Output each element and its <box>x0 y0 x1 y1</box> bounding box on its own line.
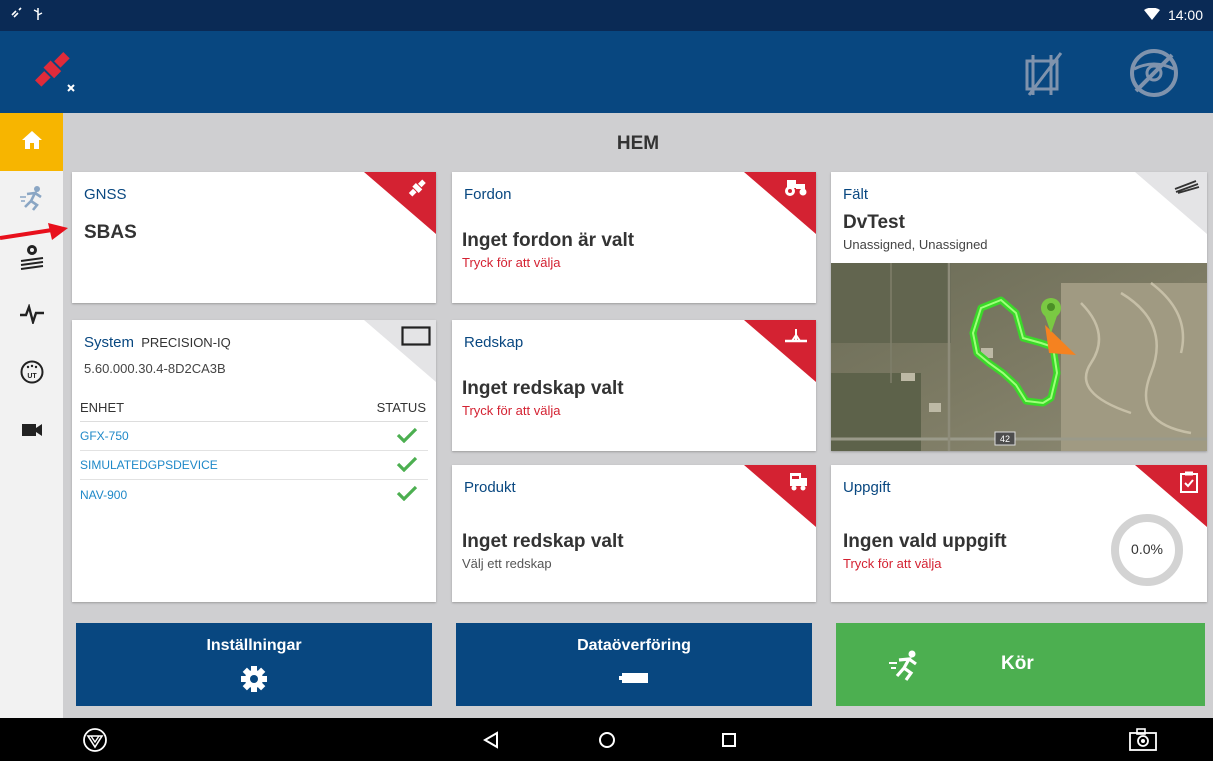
field-card[interactable]: Fält DvTest Unassigned, Unassigned 42 <box>831 172 1207 451</box>
gnss-title: GNSS <box>84 186 127 203</box>
wifi-icon <box>1143 7 1160 23</box>
product-card[interactable]: Produkt Inget redskap valt Välj ett reds… <box>452 465 816 602</box>
data-transfer-label: Dataöverföring <box>577 637 691 654</box>
gnss-card[interactable]: GNSS SBAS <box>72 172 436 303</box>
back-icon[interactable] <box>478 727 504 753</box>
vehicle-hint: Tryck för att välja <box>462 255 561 270</box>
android-navigation-bar <box>0 718 1213 761</box>
implement-status: Inget redskap valt <box>462 378 624 399</box>
runner-icon <box>19 185 45 216</box>
checkmark-icon <box>396 456 418 475</box>
run-label: Kör <box>1001 653 1034 674</box>
road-label: 42 <box>1000 434 1010 444</box>
implement-title: Redskap <box>464 334 524 351</box>
nav-diagnostics[interactable] <box>0 287 63 345</box>
system-title: System <box>84 334 135 351</box>
field-client-farm: Unassigned, Unassigned <box>843 237 988 252</box>
side-navigation: UT <box>0 113 63 718</box>
annotation-arrow <box>0 222 70 244</box>
display-icon <box>401 326 431 348</box>
trimble-logo-icon[interactable] <box>82 727 108 753</box>
home-icon <box>21 130 43 155</box>
device-name: SIMULATEDGPSDEVICE <box>80 458 218 472</box>
nav-run[interactable] <box>0 171 63 229</box>
gear-field-icon <box>19 242 45 275</box>
implement-card[interactable]: Redskap Inget redskap valt Tryck för att… <box>452 320 816 451</box>
field-name: DvTest <box>843 212 905 233</box>
task-progress-ring: 0.0% <box>1110 513 1184 587</box>
home-circle-icon[interactable] <box>594 727 620 753</box>
gnss-no-fix-icon[interactable] <box>28 47 80 93</box>
field-map[interactable]: 42 <box>831 263 1207 451</box>
run-button[interactable]: Kör <box>836 623 1205 706</box>
product-hint: Välj ett redskap <box>462 556 552 571</box>
gps-notification-icon <box>10 7 24 24</box>
pulse-icon <box>19 302 45 329</box>
col-device: ENHET <box>80 400 125 415</box>
task-clipboard-icon <box>1178 470 1200 493</box>
task-title: Uppgift <box>843 479 891 496</box>
nav-ut[interactable]: UT <box>0 345 63 403</box>
task-status: Ingen vald uppgift <box>843 531 1007 552</box>
system-product: PRECISION-IQ <box>141 335 231 350</box>
nav-home[interactable] <box>0 113 63 171</box>
data-transfer-button[interactable]: Dataöverföring <box>456 623 812 706</box>
table-row[interactable]: GFX-750 <box>80 422 428 451</box>
col-status: STATUS <box>376 400 426 415</box>
settings-button[interactable]: Inställningar <box>76 623 432 706</box>
status-time: 14:00 <box>1167 7 1203 23</box>
svg-text:UT: UT <box>27 373 37 380</box>
implement-icon <box>783 325 809 347</box>
device-table-header: ENHET STATUS <box>80 400 428 422</box>
implement-lift-disabled-icon[interactable] <box>1015 45 1071 101</box>
system-card[interactable]: System PRECISION-IQ 5.60.000.30.4-8D2CA3… <box>72 320 436 602</box>
gnss-correction-value: SBAS <box>84 222 137 243</box>
app-bar <box>0 31 1213 113</box>
screenshot-camera-icon[interactable] <box>1128 727 1158 753</box>
tractor-icon <box>783 177 809 199</box>
checkmark-icon <box>396 485 418 504</box>
task-hint: Tryck för att välja <box>843 556 942 571</box>
checkmark-icon <box>396 427 418 446</box>
field-title: Fält <box>843 186 869 203</box>
runner-icon <box>888 649 922 686</box>
table-row[interactable]: SIMULATEDGPSDEVICE <box>80 451 428 480</box>
page-title: HEM <box>616 133 660 154</box>
usb-drive-icon <box>456 671 812 690</box>
usb-notification-icon <box>32 7 44 24</box>
vehicle-status: Inget fordon är valt <box>462 230 635 251</box>
device-table: ENHET STATUS GFX-750 SIMULATEDGPSDEVICE … <box>80 400 428 509</box>
settings-label: Inställningar <box>206 637 302 654</box>
product-title: Produkt <box>464 479 516 496</box>
field-icon <box>1174 180 1200 202</box>
gear-icon <box>76 665 432 698</box>
vehicle-card[interactable]: Fordon Inget fordon är valt Tryck för at… <box>452 172 816 303</box>
device-name: GFX-750 <box>80 429 129 443</box>
recents-icon[interactable] <box>716 727 742 753</box>
product-status: Inget redskap valt <box>462 531 624 552</box>
system-status-bar: 14:00 <box>0 0 1213 31</box>
universal-terminal-icon: UT <box>20 360 44 389</box>
autosteer-disabled-icon[interactable] <box>1126 45 1182 101</box>
vehicle-title: Fordon <box>464 186 512 203</box>
task-progress-value: 0.0% <box>1131 541 1163 557</box>
nav-camera[interactable] <box>0 403 63 461</box>
video-camera-icon <box>21 422 43 443</box>
task-card[interactable]: Uppgift Ingen vald uppgift Tryck för att… <box>831 465 1207 602</box>
implement-hint: Tryck för att välja <box>462 403 561 418</box>
satellite-icon <box>407 177 429 199</box>
system-version: 5.60.000.30.4-8D2CA3B <box>84 361 226 376</box>
product-tank-icon <box>787 470 809 492</box>
device-name: NAV-900 <box>80 487 128 502</box>
table-row[interactable]: NAV-900 <box>80 480 428 509</box>
